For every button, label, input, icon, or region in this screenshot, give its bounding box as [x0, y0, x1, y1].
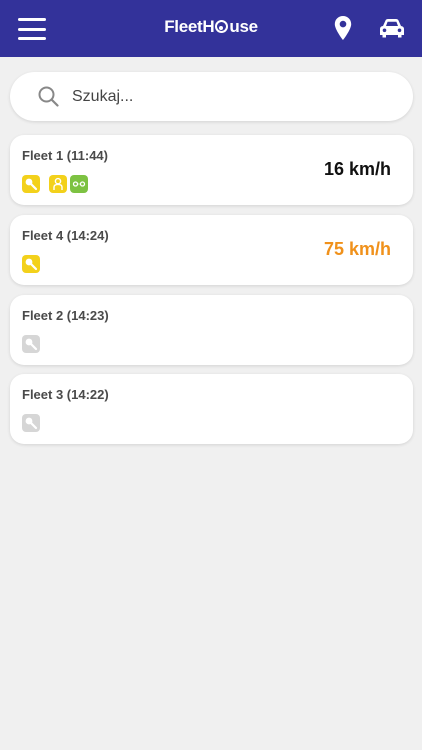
- vehicle-title: Fleet 2 (14:23): [22, 308, 109, 323]
- route-icon: [70, 175, 88, 193]
- app-header: FleetH use: [0, 0, 422, 57]
- logo-text-end: use: [229, 17, 258, 36]
- vehicle-card-fleet-3[interactable]: Fleet 3 (14:22): [10, 374, 413, 444]
- car-icon[interactable]: [379, 18, 405, 38]
- vehicle-card-fleet-1[interactable]: Fleet 1 (11:44) 16 km/h: [10, 135, 413, 205]
- map-pin-icon[interactable]: [334, 16, 352, 40]
- vehicle-card-fleet-4[interactable]: Fleet 4 (14:24) 75 km/h: [10, 215, 413, 285]
- vehicle-speed: 75 km/h: [323, 239, 391, 259]
- vehicle-title: Fleet 4 (14:24): [22, 228, 109, 243]
- vehicle-speed: 16 km/h: [323, 159, 391, 179]
- key-active-icon: [22, 255, 40, 273]
- vehicle-title: Fleet 1 (11:44): [22, 148, 108, 163]
- logo-text-start: FleetH: [164, 17, 215, 36]
- search-bar: [10, 72, 413, 121]
- search-input[interactable]: [72, 84, 392, 110]
- key-active-icon: [22, 175, 40, 193]
- key-inactive-icon: [22, 414, 40, 432]
- key-inactive-icon: [22, 335, 40, 353]
- person-icon: [49, 175, 67, 193]
- vehicle-title: Fleet 3 (14:22): [22, 387, 109, 402]
- search-icon: [38, 86, 59, 107]
- logo-o-mark: [215, 20, 229, 33]
- vehicle-card-fleet-2[interactable]: Fleet 2 (14:23): [10, 295, 413, 365]
- app-logo: FleetH use: [0, 17, 422, 37]
